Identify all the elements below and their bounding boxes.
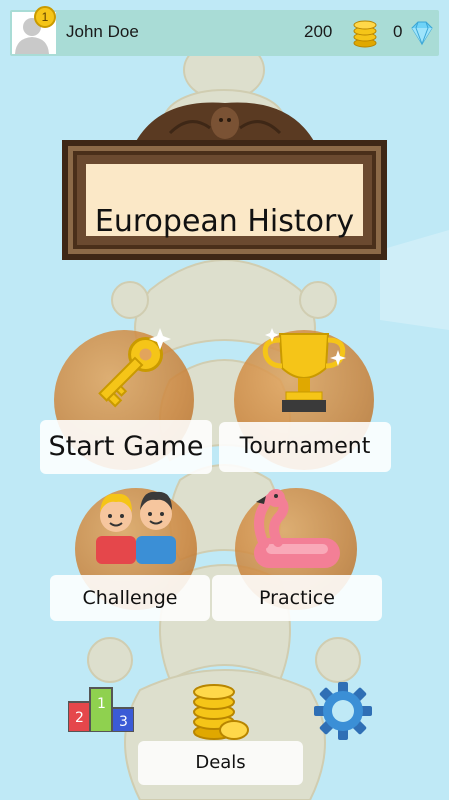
start-game-button[interactable]: Start Game xyxy=(40,420,212,474)
crest-ornament xyxy=(135,102,315,143)
top-bar: 1 John Doe 200 0 xyxy=(10,6,439,56)
podium-icon[interactable]: 2 1 3 xyxy=(68,686,134,732)
challenge-button[interactable]: Challenge xyxy=(50,575,210,621)
page-title: European History xyxy=(94,204,355,239)
title-frame: European History xyxy=(62,140,387,260)
svg-text:2: 2 xyxy=(75,710,84,726)
title-panel: European History xyxy=(86,164,363,239)
friends-icon xyxy=(96,491,176,564)
username: John Doe xyxy=(66,22,139,41)
svg-text:3: 3 xyxy=(119,714,128,730)
coins-icon xyxy=(353,20,377,48)
key-icon xyxy=(98,328,171,408)
gem-count: 0 xyxy=(393,22,403,41)
svg-text:1: 1 xyxy=(97,696,106,712)
flamingo-float-icon xyxy=(254,489,340,568)
gear-icon[interactable] xyxy=(312,680,374,742)
practice-button[interactable]: Practice xyxy=(212,575,382,621)
coin-stack-icon xyxy=(193,684,249,740)
trophy-icon xyxy=(262,328,346,412)
level-badge: 1 xyxy=(34,6,56,28)
diamond-icon xyxy=(411,21,433,46)
deals-button[interactable]: Deals xyxy=(138,741,303,785)
coin-count: 200 xyxy=(304,22,333,41)
tournament-button[interactable]: Tournament xyxy=(219,422,391,472)
